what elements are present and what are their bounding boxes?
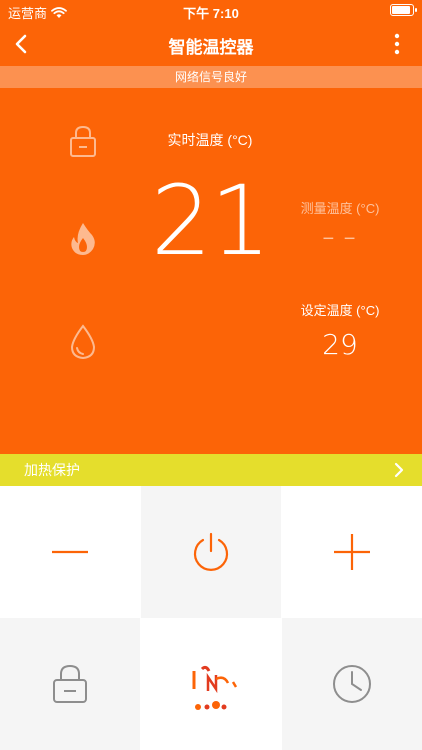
- decrease-button[interactable]: [0, 486, 140, 618]
- minus-icon: [52, 550, 88, 554]
- thermostat-panel: 实时温度 (°C) 21 测量温度 (°C) − − 设定温度 (°C) 29: [0, 88, 422, 454]
- clock-icon: [333, 665, 371, 703]
- increase-button[interactable]: [282, 486, 422, 618]
- heat-protect-row[interactable]: 加热保护: [0, 454, 422, 486]
- heat-protect-label: 加热保护: [24, 462, 80, 478]
- lock-icon: [70, 125, 96, 157]
- control-grid: [0, 486, 422, 750]
- measured-temp-value: − −: [322, 228, 358, 250]
- plus-icon: [334, 534, 370, 570]
- lock-icon: [53, 664, 87, 703]
- mode-animation-button[interactable]: [141, 618, 281, 750]
- mode-animation-icon: [192, 665, 238, 710]
- set-temp-value: 29: [322, 328, 358, 361]
- status-bar: 运营商 下午 7:10: [0, 0, 422, 22]
- measured-temp-label: 测量温度 (°C): [300, 201, 380, 216]
- network-status-banner: 网络信号良好: [0, 66, 422, 88]
- nav-bar: 智能温控器: [0, 22, 422, 66]
- more-icon[interactable]: [392, 32, 402, 56]
- battery-icon: [390, 4, 417, 16]
- drop-icon: [70, 324, 96, 360]
- realtime-temp-label: 实时温度 (°C): [167, 132, 253, 148]
- power-button[interactable]: [141, 486, 281, 618]
- timer-button[interactable]: [282, 618, 422, 750]
- flame-icon: [71, 223, 95, 255]
- page-title: 智能温控器: [168, 38, 254, 57]
- set-temp-label: 设定温度 (°C): [300, 303, 380, 318]
- child-lock-button[interactable]: [0, 618, 140, 750]
- status-time: 下午 7:10: [183, 6, 239, 21]
- chevron-right-icon: [394, 462, 404, 478]
- realtime-temp-value: 21: [150, 165, 271, 277]
- power-icon: [193, 532, 229, 571]
